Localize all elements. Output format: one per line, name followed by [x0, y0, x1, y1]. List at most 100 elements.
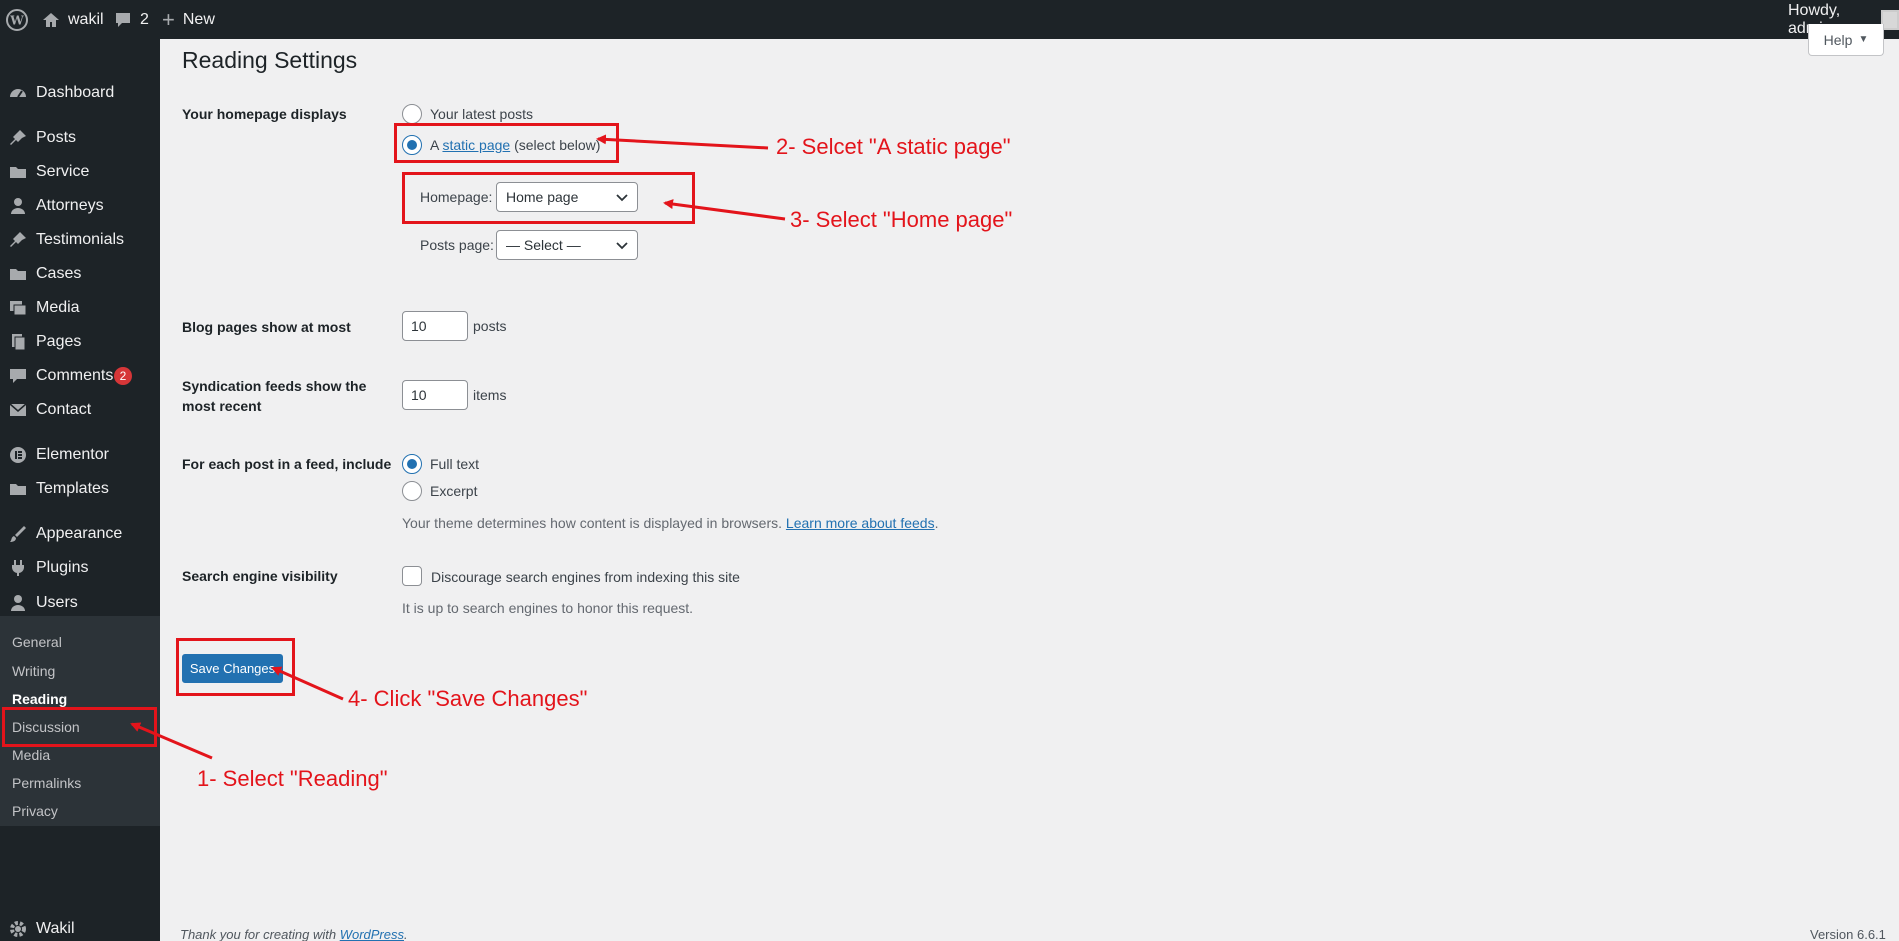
sidebar-item-templates[interactable]: Templates — [0, 472, 160, 506]
sidebar-item-service[interactable]: Service — [0, 155, 160, 189]
footer-version: Version 6.6.1 — [1810, 927, 1886, 941]
sidebar-item-label: Posts — [36, 129, 77, 146]
annotation-box-reading — [2, 707, 157, 747]
comment-icon — [8, 366, 28, 386]
annotation-box-save — [176, 638, 295, 696]
pin-icon — [8, 230, 28, 250]
sidebar-item-label: Appearance — [36, 525, 123, 542]
new-content-link[interactable]: + New — [162, 0, 215, 39]
syndication-input[interactable]: 10 — [402, 380, 468, 410]
svg-text:W: W — [9, 13, 24, 27]
blog-pages-unit: posts — [473, 318, 507, 334]
site-name: wakil — [68, 10, 104, 28]
wordpress-link[interactable]: WordPress — [340, 927, 404, 941]
sidebar-item-elementor[interactable]: Elementor — [0, 438, 160, 472]
sidebar-item-testimonials[interactable]: Testimonials — [0, 223, 160, 257]
admin-bar: W wakil 2 + New Howdy, admin — [0, 0, 1899, 39]
comments-badge: 2 — [114, 367, 132, 385]
wordpress-logo-icon[interactable]: W — [6, 0, 28, 39]
sidebar-item-cases[interactable]: Cases — [0, 257, 160, 291]
sidebar-item-label: Elementor — [36, 446, 109, 463]
submenu-item-permalinks[interactable]: Permalinks — [12, 771, 81, 795]
feed-description: Your theme determines how content is dis… — [402, 515, 939, 531]
homepage-displays-label: Your homepage displays — [182, 106, 347, 122]
pages-icon — [8, 332, 28, 352]
sidebar-item-wakil[interactable]: Wakil — [0, 912, 160, 941]
submenu-item-writing[interactable]: Writing — [12, 659, 55, 683]
full-text-radio[interactable] — [402, 454, 422, 474]
annotation-step4: 4- Click "Save Changes" — [348, 686, 588, 711]
search-visibility-description: It is up to search engines to honor this… — [402, 600, 694, 616]
folder-icon — [8, 162, 28, 182]
blog-pages-label: Blog pages show at most — [182, 319, 351, 335]
feed-include-label: For each post in a feed, include — [182, 456, 392, 472]
sidebar-item-label: Pages — [36, 333, 82, 350]
pin-icon — [8, 128, 28, 148]
latest-posts-label[interactable]: Your latest posts — [430, 106, 533, 122]
posts-page-select-label: Posts page: — [420, 237, 494, 253]
latest-posts-radio[interactable] — [402, 104, 422, 124]
sidebar-item-posts[interactable]: Posts — [0, 121, 160, 155]
sidebar-item-media[interactable]: Media — [0, 291, 160, 325]
sidebar-item-label: Dashboard — [36, 84, 115, 101]
elementor-icon — [8, 445, 28, 465]
annotation-step2: 2- Selcet "A static page" — [776, 134, 1011, 159]
help-label: Help — [1823, 31, 1853, 48]
dashboard-icon — [8, 83, 28, 103]
discourage-search-label[interactable]: Discourage search engines from indexing … — [431, 569, 740, 585]
sidebar-item-dashboard[interactable]: Dashboard — [0, 76, 160, 110]
sidebar-item-contact[interactable]: Contact — [0, 393, 160, 427]
sidebar-item-label: Wakil — [36, 920, 75, 937]
annotation-step1: 1- Select "Reading" — [197, 766, 388, 791]
learn-more-feeds-link[interactable]: Learn more about feeds — [786, 515, 935, 531]
folder-icon — [8, 264, 28, 284]
excerpt-label[interactable]: Excerpt — [430, 483, 477, 499]
search-visibility-label: Search engine visibility — [182, 568, 338, 584]
syndication-unit: items — [473, 387, 507, 403]
posts-page-select[interactable]: — Select — — [496, 230, 638, 260]
sidebar-item-comments[interactable]: Comments 2 — [0, 359, 160, 393]
sidebar-item-pages[interactable]: Pages — [0, 325, 160, 359]
sidebar-item-label: Media — [36, 299, 80, 316]
full-text-label[interactable]: Full text — [430, 456, 479, 472]
help-button[interactable]: Help ▼ — [1808, 24, 1884, 56]
sidebar-item-label: Testimonials — [36, 231, 125, 248]
media-icon — [8, 298, 28, 318]
site-home-link[interactable]: wakil — [42, 0, 104, 39]
chevron-down-icon — [616, 242, 628, 250]
comments-count: 2 — [140, 10, 149, 28]
excerpt-radio[interactable] — [402, 481, 422, 501]
discourage-search-checkbox[interactable] — [402, 566, 422, 586]
sidebar-item-plugins[interactable]: Plugins — [0, 551, 160, 585]
brush-icon — [8, 524, 28, 544]
blog-pages-input[interactable]: 10 — [402, 311, 468, 341]
sidebar-item-users[interactable]: Users — [0, 586, 160, 620]
submenu-item-general[interactable]: General — [12, 630, 62, 654]
plugin-icon — [8, 558, 28, 578]
sidebar-item-attorneys[interactable]: Attorneys — [0, 189, 160, 223]
user-icon — [8, 593, 28, 613]
footer-thanks: Thank you for creating with WordPress. — [180, 927, 408, 941]
sidebar-item-label: Comments — [36, 367, 114, 384]
sidebar-item-label: Users — [36, 594, 78, 611]
gear-icon — [8, 919, 28, 939]
comment-icon — [114, 12, 132, 28]
mail-icon — [8, 400, 28, 420]
plus-icon: + — [162, 6, 175, 32]
sidebar-item-label: Attorneys — [36, 197, 104, 214]
user-icon — [8, 196, 28, 216]
arrow-step2 — [596, 134, 769, 150]
annotation-step3: 3- Select "Home page" — [790, 207, 1013, 232]
annotation-box-homepage — [402, 172, 695, 224]
new-label: New — [182, 10, 215, 28]
submenu-item-privacy[interactable]: Privacy — [12, 799, 58, 823]
sidebar-item-label: Contact — [36, 401, 92, 418]
sidebar-item-label: Service — [36, 163, 90, 180]
page-title: Reading Settings — [182, 47, 358, 73]
sidebar-item-label: Plugins — [36, 559, 89, 576]
folder-icon — [8, 479, 28, 499]
sidebar-item-appearance[interactable]: Appearance — [0, 517, 160, 551]
comments-link[interactable]: 2 — [114, 0, 149, 39]
annotation-box-static-page — [394, 123, 619, 163]
home-icon — [42, 12, 60, 28]
